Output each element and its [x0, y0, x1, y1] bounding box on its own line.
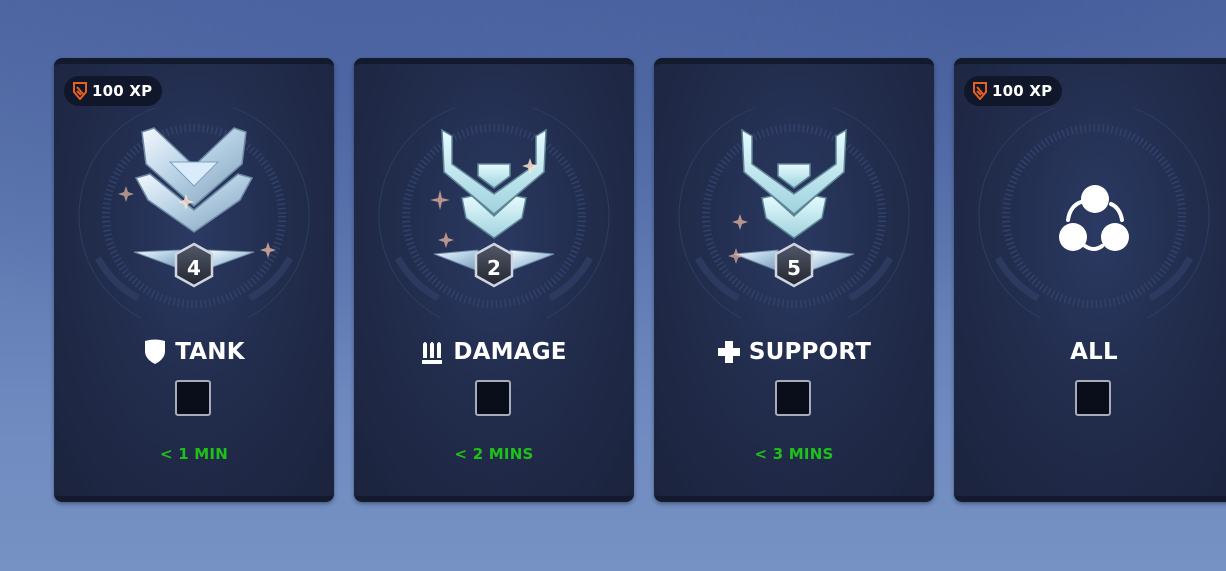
rank-emblem-icon: 2: [354, 108, 634, 318]
role-card-support[interactable]: 5 SUPPORT < 3 MINS: [654, 58, 934, 502]
cross-icon: [717, 341, 740, 363]
rank-emblem-icon: 5: [654, 108, 934, 318]
xp-shield-icon: [73, 82, 87, 100]
queue-wait-time: < 3 MINS: [754, 445, 834, 463]
shield-icon: [145, 339, 166, 364]
bullets-icon: [422, 342, 443, 364]
role-title: DAMAGE: [354, 339, 634, 365]
role-checkbox-all[interactable]: [1075, 380, 1111, 416]
role-title: TANK: [54, 339, 334, 365]
role-label: SUPPORT: [748, 339, 872, 365]
role-checkbox-damage[interactable]: [475, 380, 511, 416]
xp-bonus-badge: 100 XP: [64, 76, 163, 106]
xp-badge-label: 100 XP: [92, 82, 153, 100]
role-title: ALL: [954, 339, 1226, 365]
role-label: DAMAGE: [453, 339, 567, 365]
rank-emblem-icon: 4: [54, 108, 334, 318]
role-checkbox-tank[interactable]: [175, 380, 211, 416]
xp-shield-icon: [973, 82, 987, 100]
role-card-tank[interactable]: 100 XP 4 TANK < 1 MIN: [54, 58, 334, 502]
all-roles-icon: [954, 108, 1226, 318]
rank-division-number: 4: [187, 256, 201, 280]
xp-bonus-badge: 100 XP: [964, 76, 1063, 106]
queue-wait-time: < 2 MINS: [454, 445, 534, 463]
role-card-damage[interactable]: 2 DAMAGE < 2 MINS: [354, 58, 634, 502]
xp-badge-label: 100 XP: [992, 82, 1053, 100]
role-title: SUPPORT: [654, 339, 934, 365]
role-card-all[interactable]: 100 XP ALL: [954, 58, 1226, 502]
rank-division-number: 5: [787, 256, 801, 280]
role-label: TANK: [175, 339, 245, 365]
role-checkbox-support[interactable]: [775, 380, 811, 416]
rank-division-number: 2: [487, 256, 501, 280]
queue-wait-time: < 1 MIN: [160, 445, 228, 463]
role-label: ALL: [1070, 339, 1118, 365]
